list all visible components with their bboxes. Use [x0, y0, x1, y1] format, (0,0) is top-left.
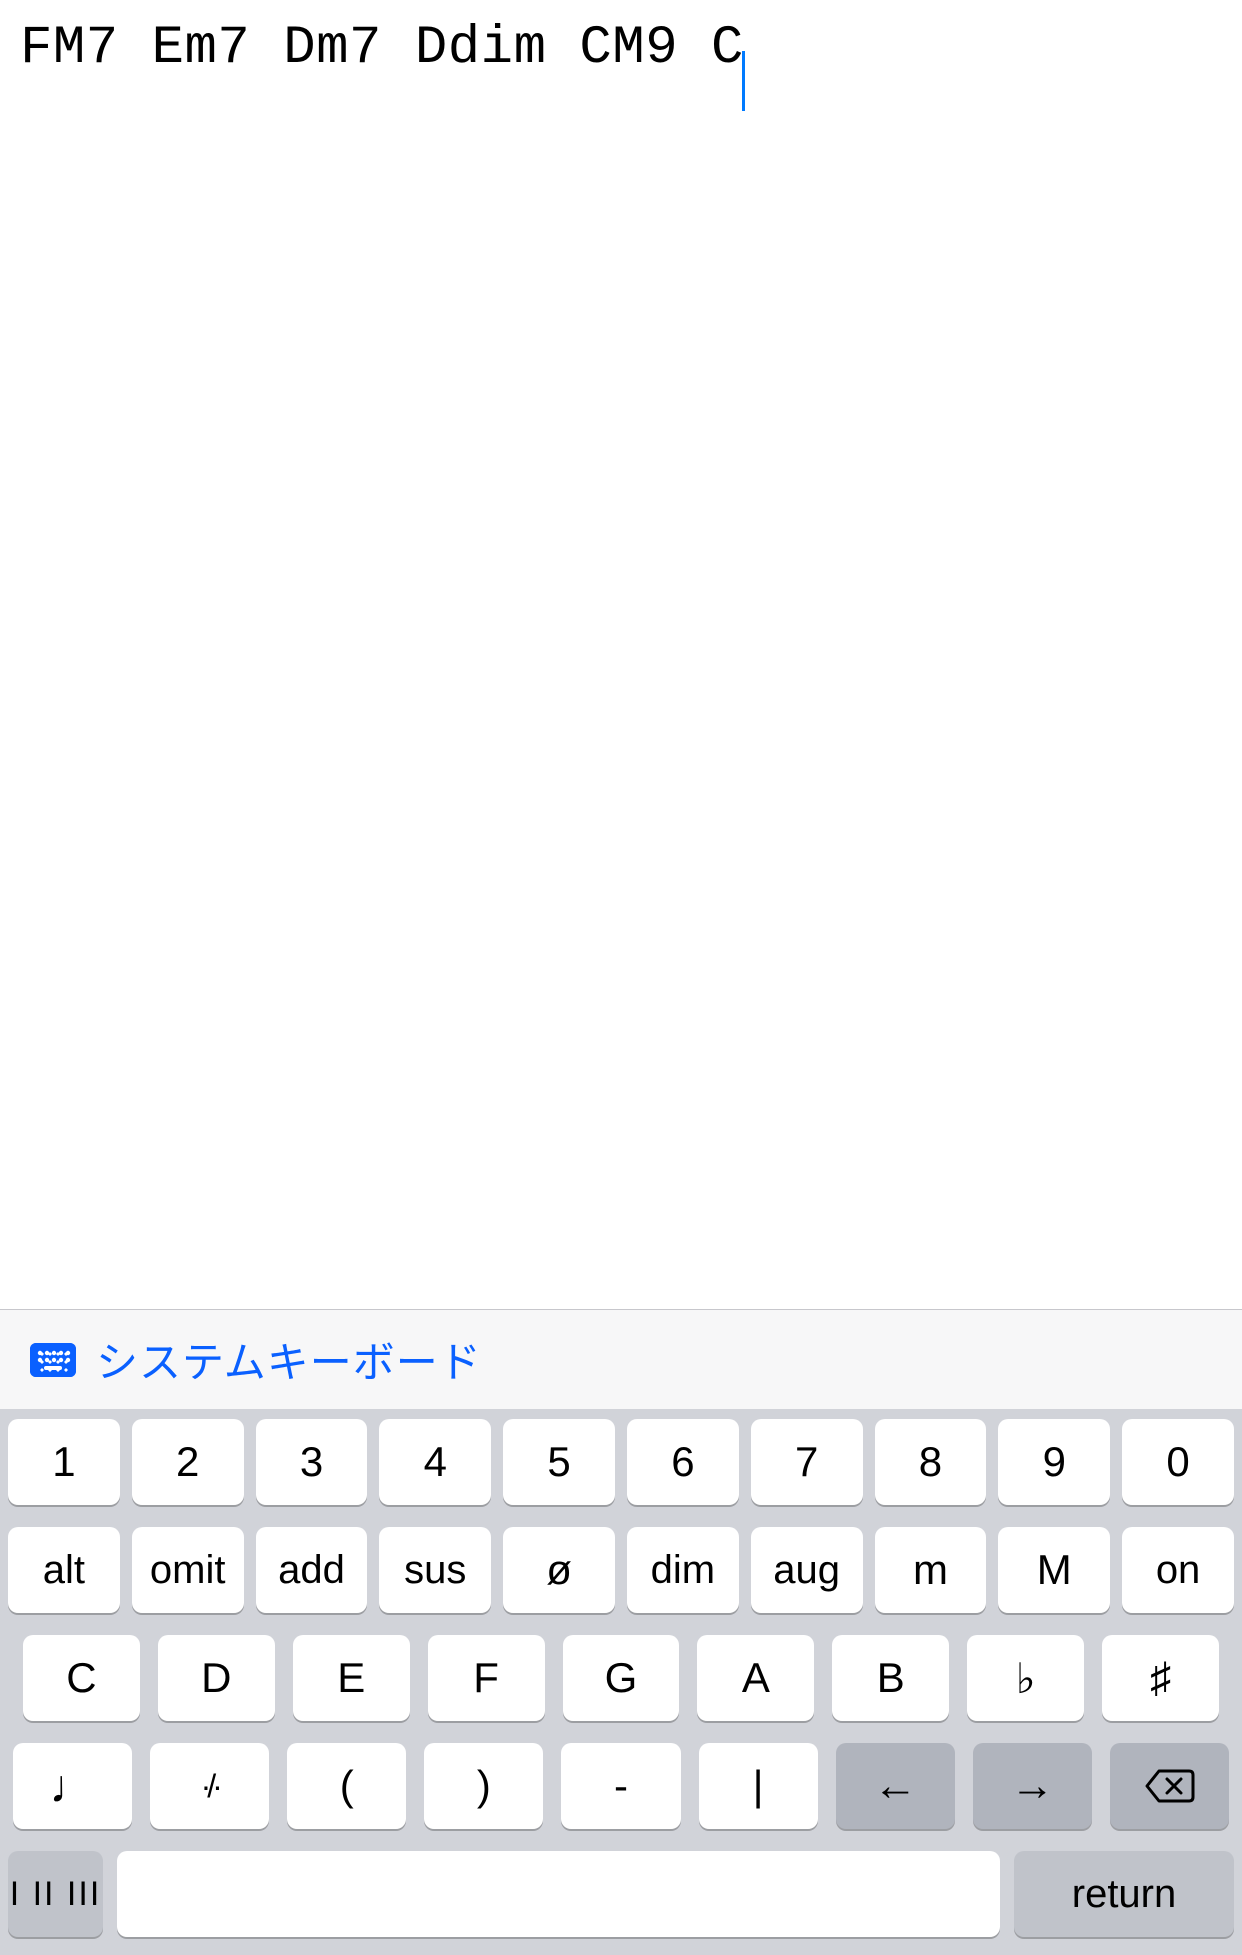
key-7[interactable]: 7: [751, 1419, 863, 1505]
key-6[interactable]: 6: [627, 1419, 739, 1505]
key-backspace[interactable]: [1110, 1743, 1229, 1829]
key-d[interactable]: D: [158, 1635, 275, 1721]
key-b[interactable]: B: [832, 1635, 949, 1721]
key-2[interactable]: 2: [132, 1419, 244, 1505]
key-sharp[interactable]: ♯: [1102, 1635, 1219, 1721]
key-5[interactable]: 5: [503, 1419, 615, 1505]
system-keyboard-label[interactable]: システムキーボード: [96, 1329, 482, 1390]
key-g[interactable]: G: [563, 1635, 680, 1721]
key-9[interactable]: 9: [998, 1419, 1110, 1505]
keyboard-row-3: C D E F G A B ♭ ♯: [8, 1635, 1234, 1721]
key-lparen[interactable]: (: [287, 1743, 406, 1829]
quarter-note-icon: ♩: [50, 1763, 96, 1809]
key-bar[interactable]: |: [699, 1743, 818, 1829]
keyboard-icon[interactable]: [30, 1343, 76, 1377]
arrow-left-icon: ←: [873, 1761, 917, 1811]
key-on[interactable]: on: [1122, 1527, 1234, 1613]
key-return[interactable]: return: [1014, 1851, 1234, 1937]
editor-area[interactable]: FM7 Em7 Dm7 Ddim CM9 C: [0, 0, 1242, 1309]
key-4[interactable]: 4: [379, 1419, 491, 1505]
key-a[interactable]: A: [697, 1635, 814, 1721]
keyboard-row-2: alt omit add sus ø dim aug m M on: [8, 1527, 1234, 1613]
key-sus[interactable]: sus: [379, 1527, 491, 1613]
key-dash[interactable]: -: [561, 1743, 680, 1829]
key-omit[interactable]: omit: [132, 1527, 244, 1613]
text-cursor: [742, 51, 745, 111]
key-flat[interactable]: ♭: [967, 1635, 1084, 1721]
key-repeat[interactable]: ·/·: [150, 1743, 269, 1829]
keyboard-row-4: ♩ ·/· ( ) - | ← →: [8, 1743, 1234, 1829]
key-dim[interactable]: dim: [627, 1527, 739, 1613]
key-alt[interactable]: alt: [8, 1527, 120, 1613]
key-add[interactable]: add: [256, 1527, 368, 1613]
key-mode-roman[interactable]: I II III: [8, 1851, 103, 1937]
key-0[interactable]: 0: [1122, 1419, 1234, 1505]
key-arrow-left[interactable]: ←: [836, 1743, 955, 1829]
arrow-right-icon: →: [1010, 1761, 1054, 1811]
key-halfdim[interactable]: ø: [503, 1527, 615, 1613]
key-arrow-right[interactable]: →: [973, 1743, 1092, 1829]
key-f[interactable]: F: [428, 1635, 545, 1721]
key-major[interactable]: M: [998, 1527, 1110, 1613]
key-1[interactable]: 1: [8, 1419, 120, 1505]
key-e[interactable]: E: [293, 1635, 410, 1721]
key-note[interactable]: ♩: [13, 1743, 132, 1829]
key-8[interactable]: 8: [875, 1419, 987, 1505]
key-space[interactable]: [117, 1851, 1000, 1937]
custom-keyboard: 1 2 3 4 5 6 7 8 9 0 alt omit add sus ø d…: [0, 1409, 1242, 1955]
keyboard-row-1: 1 2 3 4 5 6 7 8 9 0: [8, 1419, 1234, 1505]
key-aug[interactable]: aug: [751, 1527, 863, 1613]
keyboard-toolbar: システムキーボード: [0, 1309, 1242, 1409]
key-3[interactable]: 3: [256, 1419, 368, 1505]
repeat-sign-icon: ·/·: [201, 1768, 219, 1805]
key-c[interactable]: C: [23, 1635, 140, 1721]
key-rparen[interactable]: ): [424, 1743, 543, 1829]
editor-text: FM7 Em7 Dm7 Ddim CM9 C: [20, 18, 744, 79]
backspace-icon: [1143, 1767, 1195, 1805]
keyboard-row-5: I II III return: [8, 1851, 1234, 1937]
key-minor[interactable]: m: [875, 1527, 987, 1613]
